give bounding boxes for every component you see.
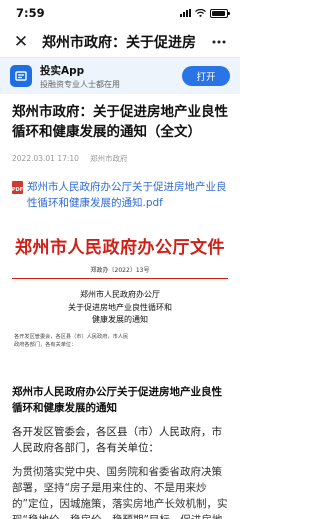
open-app-button[interactable]: 打开 [182, 66, 230, 86]
page-title: 郑州市政府：关于促进房 [42, 34, 196, 51]
app-banner[interactable]: 投实App 投融资专业人士都在用 打开 [0, 58, 240, 94]
document-recipients-line: 各开发区管委会，各区县（市）人民政府，市人民 [14, 333, 129, 340]
status-time: 7:59 [16, 6, 45, 20]
article-meta: 2022.03.01 17:10 郑州市政府 [12, 146, 228, 165]
signal-icon [180, 9, 191, 17]
document-image: 郑州市人民政府办公厅文件 郑政办〔2022〕13号 郑州市人民政府办公厅 关于促… [12, 221, 228, 376]
document-title-line: 健康发展的通知 [92, 315, 148, 324]
more-dots-icon[interactable] [208, 31, 230, 53]
document-recipients-line: 政府各部门，各有关单位： [14, 342, 77, 348]
app-logo-icon [10, 65, 32, 87]
app-text: 投实App 投融资专业人士都在用 [40, 63, 182, 90]
article-date: 2022.03.01 17:10 [12, 154, 79, 163]
battery-icon [210, 8, 230, 18]
status-icons [180, 8, 230, 18]
article: 郑州市政府：关于促进房地产业良性循环和健康发展的通知（全文） 2022.03.0… [0, 102, 240, 519]
document-title: 郑州市人民政府办公厅 关于促进房地产业良性循环和 健康发展的通知 [12, 289, 228, 327]
attachment[interactable]: PDF 郑州市人民政府办公厅关于促进房地产业良性循环和健康发展的通知.pdf [12, 179, 228, 211]
article-title: 郑州市政府：关于促进房地产业良性循环和健康发展的通知（全文） [12, 104, 228, 140]
document-number: 郑政办〔2022〕13号 [90, 267, 150, 274]
pdf-file-icon: PDF [12, 181, 23, 194]
document-title-line: 关于促进房地产业良性循环和 [68, 302, 172, 312]
section-heading: 郑州市人民政府办公厅关于促进房地产业良性循环和健康发展的通知 [12, 386, 222, 414]
nav-bar: ✕ 郑州市政府：关于促进房 [0, 26, 240, 58]
document-divider [12, 278, 228, 279]
document-header: 郑州市人民政府办公厅文件 [15, 238, 225, 258]
attachment-link[interactable]: 郑州市人民政府办公厅关于促进房地产业良性循环和健康发展的通知.pdf [27, 179, 228, 211]
document-recipients: 各开发区管委会，各区县（市）人民政府，市人民 政府各部门，各有关单位： [12, 333, 228, 350]
battery-level [212, 10, 225, 16]
article-source[interactable]: 郑州市政府 [90, 154, 128, 163]
wifi-icon [195, 9, 206, 17]
status-bar: 7:59 [0, 0, 240, 26]
document-title-line: 郑州市人民政府办公厅 [80, 290, 160, 299]
body-paragraph: 各开发区管委会，各区县（市）人民政府，市人民政府各部门，各有关单位： [12, 426, 222, 454]
body-paragraph: 为贯彻落实党中央、国务院和省委省政府决策部署，坚持“房子是用来住的、不是用来炒的… [12, 466, 228, 519]
app-name: 投实App [40, 64, 85, 77]
app-slogan: 投融资专业人士都在用 [40, 79, 120, 89]
close-icon[interactable]: ✕ [10, 31, 32, 53]
